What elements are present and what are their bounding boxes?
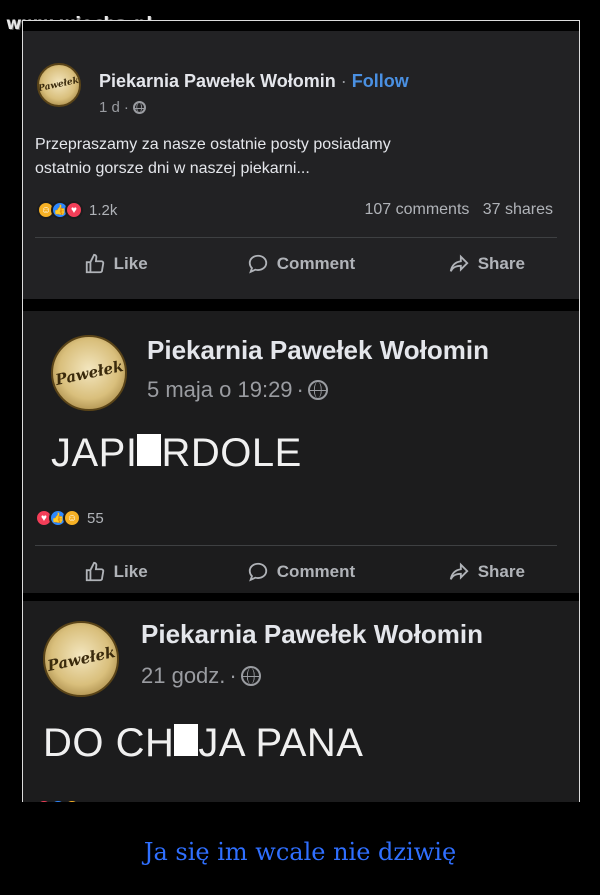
reactions-summary[interactable]: ♥ 👍 ☺ 54 (35, 799, 104, 802)
comment-icon (248, 254, 267, 274)
divider (35, 237, 557, 238)
post-actions: Like Comment Share (23, 253, 579, 275)
post-meta: 21 godz. · (141, 663, 261, 689)
page-avatar[interactable]: Pawełek (43, 621, 119, 697)
post-text: DO CH JA PANA (43, 721, 363, 766)
post-stats: 107 comments 37 shares (364, 201, 553, 219)
post-time[interactable]: 5 maja o 19:29 (147, 377, 293, 403)
haha-icon: ☺ (63, 799, 81, 802)
reactions-summary[interactable]: ☺ 👍 ♥ 1.2k (37, 201, 117, 219)
avatar-logo-text: Pawełek (45, 643, 117, 675)
post-meta: 1 d · (99, 99, 146, 116)
reactions-summary[interactable]: ♥ 👍 ☺ 55 (35, 509, 104, 527)
post-text-before: DO CH (43, 721, 175, 765)
post-time[interactable]: 1 d (99, 99, 120, 116)
page-name[interactable]: Piekarnia Pawełek Wołomin (147, 335, 489, 366)
share-icon (449, 254, 469, 272)
censor-block (174, 724, 199, 756)
comment-label: Comment (276, 562, 356, 581)
like-button[interactable]: Like (23, 561, 208, 583)
reaction-count: 55 (87, 509, 104, 527)
post-header: Piekarnia Pawełek Wołomin · Follow (99, 71, 409, 92)
post-text-after: RDOLE (161, 431, 302, 475)
post-meta: 5 maja o 19:29 · (147, 377, 328, 403)
post-actions: Like Comment Share (23, 561, 579, 583)
thumbs-up-icon (85, 253, 104, 274)
meme-caption: Ja się im wcale nie dziwię (143, 838, 457, 866)
share-label: Share (477, 254, 525, 273)
post-text-before: JAPI (51, 431, 138, 475)
like-label: Like (113, 254, 148, 273)
page-name[interactable]: Piekarnia Pawełek Wołomin (99, 71, 336, 91)
page-name[interactable]: Piekarnia Pawełek Wołomin (141, 619, 483, 650)
page-avatar[interactable]: Pawełek (51, 335, 127, 411)
reaction-count: 54 (87, 800, 104, 803)
post-text-line: ostatnio gorsze dni w naszej piekarni... (35, 160, 310, 177)
globe-icon (132, 101, 146, 114)
share-icon (449, 562, 469, 580)
separator-dot: · (335, 71, 352, 91)
comments-count[interactable]: 107 comments (364, 201, 469, 218)
avatar-logo-text: Pawełek (37, 75, 81, 95)
globe-icon (307, 380, 328, 400)
comment-button[interactable]: Comment (208, 561, 393, 583)
like-button[interactable]: Like (23, 253, 208, 275)
share-label: Share (477, 562, 525, 581)
avatar-logo-text: Pawełek (53, 357, 125, 389)
post-text: JAPI RDOLE (51, 431, 302, 476)
comment-button[interactable]: Comment (208, 253, 393, 275)
share-button[interactable]: Share (394, 253, 579, 275)
share-button[interactable]: Share (394, 561, 579, 583)
shares-count[interactable]: 37 shares (483, 201, 553, 218)
censor-block (137, 434, 162, 466)
screenshot-frame: Pawełek Piekarnia Pawełek Wołomin · Foll… (22, 20, 580, 802)
reaction-count: 1.2k (89, 201, 118, 219)
divider (35, 545, 557, 546)
haha-icon: ☺ (63, 509, 81, 527)
post-text-after: JA PANA (198, 721, 364, 765)
like-label: Like (113, 562, 148, 581)
post-text: Przepraszamy za nasze ostatnie posty pos… (35, 133, 391, 181)
thumbs-up-icon (85, 561, 104, 582)
post-card-2: Pawełek Piekarnia Pawełek Wołomin 5 maja… (23, 311, 579, 593)
post-text-line: Przepraszamy za nasze ostatnie posty pos… (35, 136, 391, 153)
globe-icon (240, 666, 261, 686)
follow-link[interactable]: Follow (352, 71, 409, 91)
post-card-1: Pawełek Piekarnia Pawełek Wołomin · Foll… (23, 31, 579, 299)
comment-label: Comment (276, 254, 356, 273)
comment-icon (248, 562, 267, 582)
page-avatar[interactable]: Pawełek (37, 63, 81, 107)
post-card-3: Pawełek Piekarnia Pawełek Wołomin 21 god… (23, 601, 579, 802)
love-icon: ♥ (65, 201, 83, 219)
post-time[interactable]: 21 godz. (141, 663, 225, 689)
